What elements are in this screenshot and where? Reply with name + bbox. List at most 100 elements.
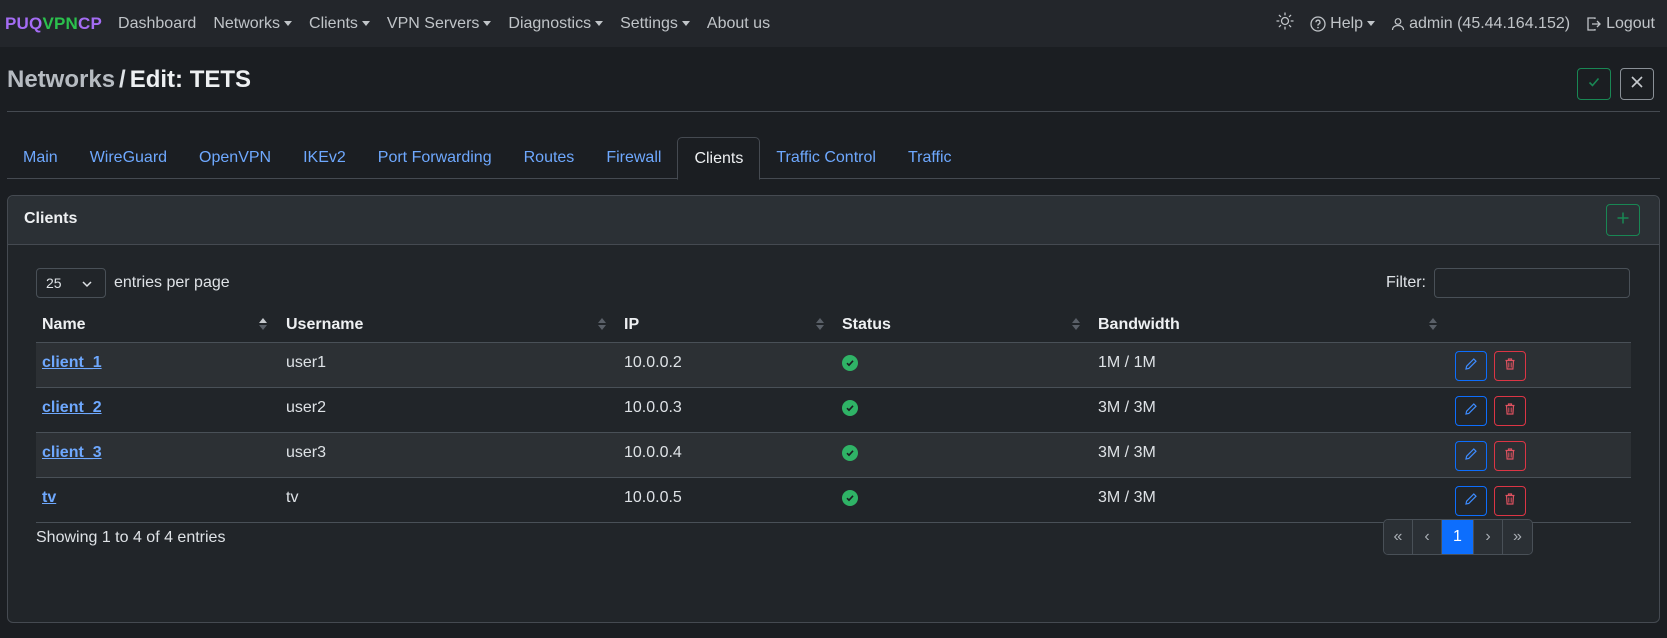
save-button[interactable] [1577,68,1611,100]
tab-traffic-control[interactable]: Traffic Control [760,137,892,179]
cell-ip: 10.0.0.5 [624,489,682,506]
brand-logo[interactable]: PUQVPNCP [5,14,102,34]
pencil-icon [1464,357,1478,376]
delete-button[interactable] [1494,396,1526,426]
delete-button[interactable] [1494,351,1526,381]
nav-item-vpn-servers[interactable]: VPN Servers [387,15,492,33]
status-online-icon [842,445,858,461]
table-header: Name Username IP Status Bandwidth [36,307,1631,343]
sort-icon [1072,318,1080,330]
client-name-link[interactable]: client_2 [42,399,102,417]
chevron-down-icon [284,21,293,26]
nav-item-networks[interactable]: Networks [213,14,293,33]
logout-label: Logout [1606,14,1655,32]
breadcrumb-current: Edit: TETS [129,66,252,93]
cell-name: client_3 [42,433,102,473]
add-client-button[interactable] [1606,204,1640,236]
nav-item-about-us[interactable]: About us [707,15,770,33]
per-page-select[interactable]: 25 [36,268,106,298]
nav-item-dashboard[interactable]: Dashboard [118,15,196,33]
cell-ip: 10.0.0.2 [624,354,682,371]
chevron-down-icon [483,21,492,26]
logout-link[interactable]: Logout [1586,15,1655,33]
sort-icon [1429,318,1437,330]
client-name-link[interactable]: tv [42,489,56,507]
pagination: « ‹ 1 › » [1383,519,1533,555]
column-header-username[interactable]: Username [286,307,363,343]
help-label: Help [1330,14,1364,32]
theme-toggle[interactable] [1276,12,1294,35]
breadcrumb-networks[interactable]: Networks [7,66,115,93]
per-page-value: 25 [46,275,62,291]
close-button[interactable] [1620,68,1654,100]
nav-item-label: Clients [309,14,358,32]
page-prev-button[interactable]: ‹ [1413,520,1442,554]
column-header-bandwidth[interactable]: Bandwidth [1098,307,1180,343]
status-online-icon [842,490,858,506]
delete-button[interactable] [1494,441,1526,471]
brand-part-puq: PUQ [5,13,43,33]
clients-card: Clients 25 entries per page Filter: Name… [7,195,1660,623]
trash-icon [1503,357,1517,376]
nav-item-label: Dashboard [118,14,197,32]
breadcrumb-separator: / [119,66,126,93]
tab-routes[interactable]: Routes [508,137,591,179]
tab-traffic[interactable]: Traffic [892,137,968,179]
help-menu[interactable]: Help [1310,14,1376,33]
column-header-name[interactable]: Name [42,307,86,343]
tab-ikev2[interactable]: IKEv2 [287,137,362,179]
user-icon [1391,17,1405,31]
tab-firewall[interactable]: Firewall [590,137,677,179]
cell-name: client_2 [42,388,102,428]
edit-button[interactable] [1455,441,1487,471]
check-icon [1587,75,1601,94]
page-last-button[interactable]: » [1503,520,1532,554]
cell-status [842,343,858,383]
filter-input[interactable] [1434,268,1630,298]
filter-label: Filter: [1386,274,1426,291]
table-row: client_2 user2 10.0.0.3 3M / 3M [36,388,1631,433]
chevron-down-icon [361,21,370,26]
top-navbar: PUQVPNCP Dashboard Networks Clients VPN Ser… [0,0,1667,47]
client-name-link[interactable]: client_3 [42,444,102,462]
plus-icon [1616,211,1630,230]
column-header-status[interactable]: Status [842,307,891,343]
cell-username: user3 [286,444,327,461]
page-first-button[interactable]: « [1384,520,1413,554]
cell-bandwidth: 1M / 1M [1098,354,1156,371]
tab-wireguard[interactable]: WireGuard [74,137,183,179]
client-name-link[interactable]: client_1 [42,354,102,372]
column-header-ip[interactable]: IP [624,307,639,343]
page-next-button[interactable]: › [1474,520,1503,554]
user-label: admin (45.44.164.152) [1409,14,1571,32]
nav-right: Help admin (45.44.164.152) Logout [1260,0,1655,47]
edit-button[interactable] [1455,486,1487,516]
tab-clients[interactable]: Clients [677,137,761,180]
delete-button[interactable] [1494,486,1526,516]
cell-bandwidth: 3M / 3M [1098,399,1156,416]
table-body: client_1 user1 10.0.0.2 1M / 1M client_2 user… [36,343,1631,523]
tab-openvpn[interactable]: OpenVPN [183,137,287,179]
cell-username: user2 [286,399,327,416]
cell-ip: 10.0.0.4 [624,444,682,461]
pencil-icon [1464,492,1478,511]
nav-item-label: Settings [620,14,678,32]
edit-button[interactable] [1455,351,1487,381]
brand-part-vpn: VPN [42,13,79,33]
main-nav: Dashboard Networks Clients VPN Servers Diagn… [118,15,787,33]
tab-port-forwarding[interactable]: Port Forwarding [362,137,508,179]
nav-item-label: Networks [213,14,281,32]
sun-icon [1276,12,1294,35]
nav-item-diagnostics[interactable]: Diagnostics [508,15,604,33]
nav-item-clients[interactable]: Clients [309,15,370,33]
sort-icon [259,318,267,330]
page-current-button[interactable]: 1 [1442,520,1474,554]
close-icon [1630,75,1644,94]
status-online-icon [842,400,858,416]
cell-username: tv [286,489,299,506]
edit-button[interactable] [1455,396,1487,426]
chevron-down-icon [681,21,690,26]
user-menu[interactable]: admin (45.44.164.152) [1391,15,1570,33]
tab-main[interactable]: Main [7,137,74,179]
nav-item-settings[interactable]: Settings [620,15,690,33]
